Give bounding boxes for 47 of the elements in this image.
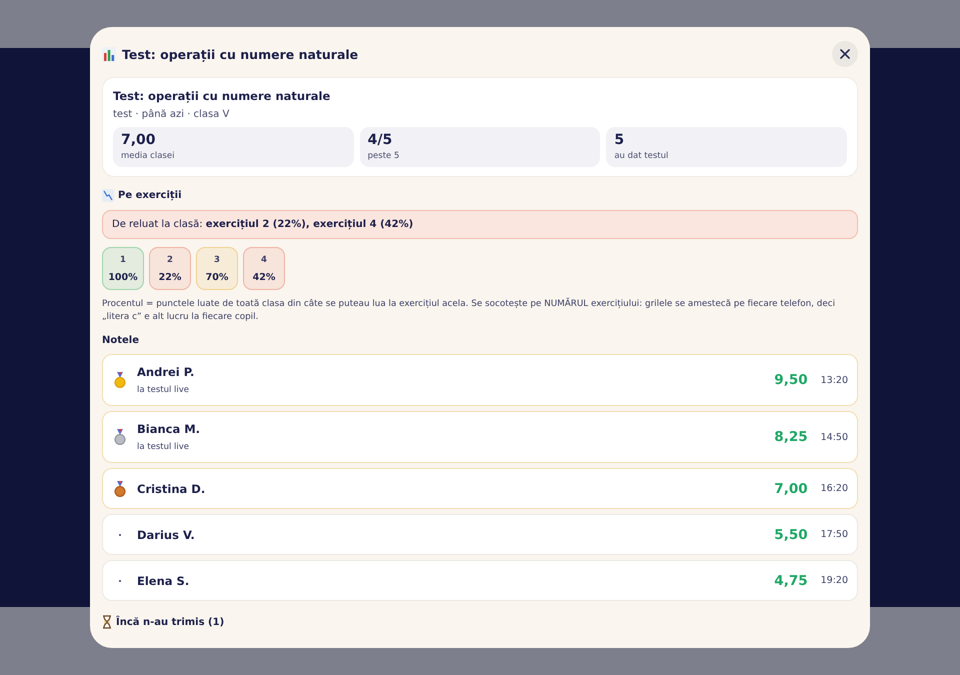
submit-time: 19:20	[820, 575, 848, 586]
stat-value: 4/5	[368, 132, 394, 148]
exercise-percent: 70%	[206, 272, 228, 282]
exercise-number: 3	[214, 254, 220, 264]
grade-value: 5,50	[774, 526, 808, 542]
student-name: Bianca M.	[137, 422, 202, 436]
submit-time: 16:20	[820, 483, 848, 494]
modal-title: Test: operații cu numere naturale	[122, 46, 358, 62]
test-meta: test · până azi · clasa V	[113, 109, 230, 120]
grade-source: la testul live	[137, 385, 190, 395]
stat-label: media clasei	[121, 151, 176, 161]
exercise-number: 2	[167, 254, 173, 264]
section-heading: Notele	[102, 335, 140, 346]
test-title: Test: operații cu numere naturale	[113, 89, 332, 103]
submit-time: 13:20	[820, 374, 848, 386]
bar-chart-icon	[102, 46, 116, 62]
alert-banner: De reluat la clasă: exercițiul 2 (22%), exercițiul 4 (42%)	[102, 210, 858, 239]
stat-label: peste 5	[368, 151, 400, 161]
exercise-percent: 42%	[252, 272, 276, 282]
student-name: Darius V.	[137, 528, 196, 542]
stat-label: au dat testul	[614, 151, 670, 161]
medal-icon	[114, 372, 126, 388]
exercise-percent: 100%	[108, 272, 138, 282]
stat-value: 5	[614, 132, 626, 148]
student-name: Cristina D.	[137, 482, 206, 496]
grade-value: 7,00	[774, 480, 808, 496]
grade-value: 9,50	[774, 372, 808, 388]
exercise-percent: 22%	[158, 272, 182, 282]
stat-value: 7,00	[121, 132, 157, 148]
hourglass-icon	[102, 615, 112, 629]
chart-down-icon	[102, 189, 114, 202]
medal-icon	[114, 429, 126, 445]
exercise-number: 4	[261, 254, 267, 264]
submit-time: 14:50	[820, 432, 848, 442]
exercise-number: 1	[120, 254, 126, 264]
close-icon	[840, 49, 850, 59]
medal-icon	[114, 480, 126, 496]
grade-value: 8,25	[774, 429, 808, 445]
submit-time: 17:50	[820, 529, 848, 540]
student-name: Elena S.	[137, 574, 190, 588]
section-heading: Încă n-au trimis (1)	[116, 616, 224, 628]
grade-value: 4,75	[774, 572, 808, 588]
explanation-text: Procentul = punctele luate de toată clasa din câte se puteau lua la exercițiul acela. Se socotește pe NUMĂRUL exercițiului: grilele se amestecă pe fiecare telefon, deci „litera c” e alt lucru la fiecare copil.	[102, 298, 836, 324]
grade-source: la testul live	[137, 442, 190, 452]
close-button[interactable]	[832, 41, 858, 67]
section-heading: Pe exerciții	[118, 190, 182, 201]
student-name: Andrei P.	[137, 365, 196, 379]
